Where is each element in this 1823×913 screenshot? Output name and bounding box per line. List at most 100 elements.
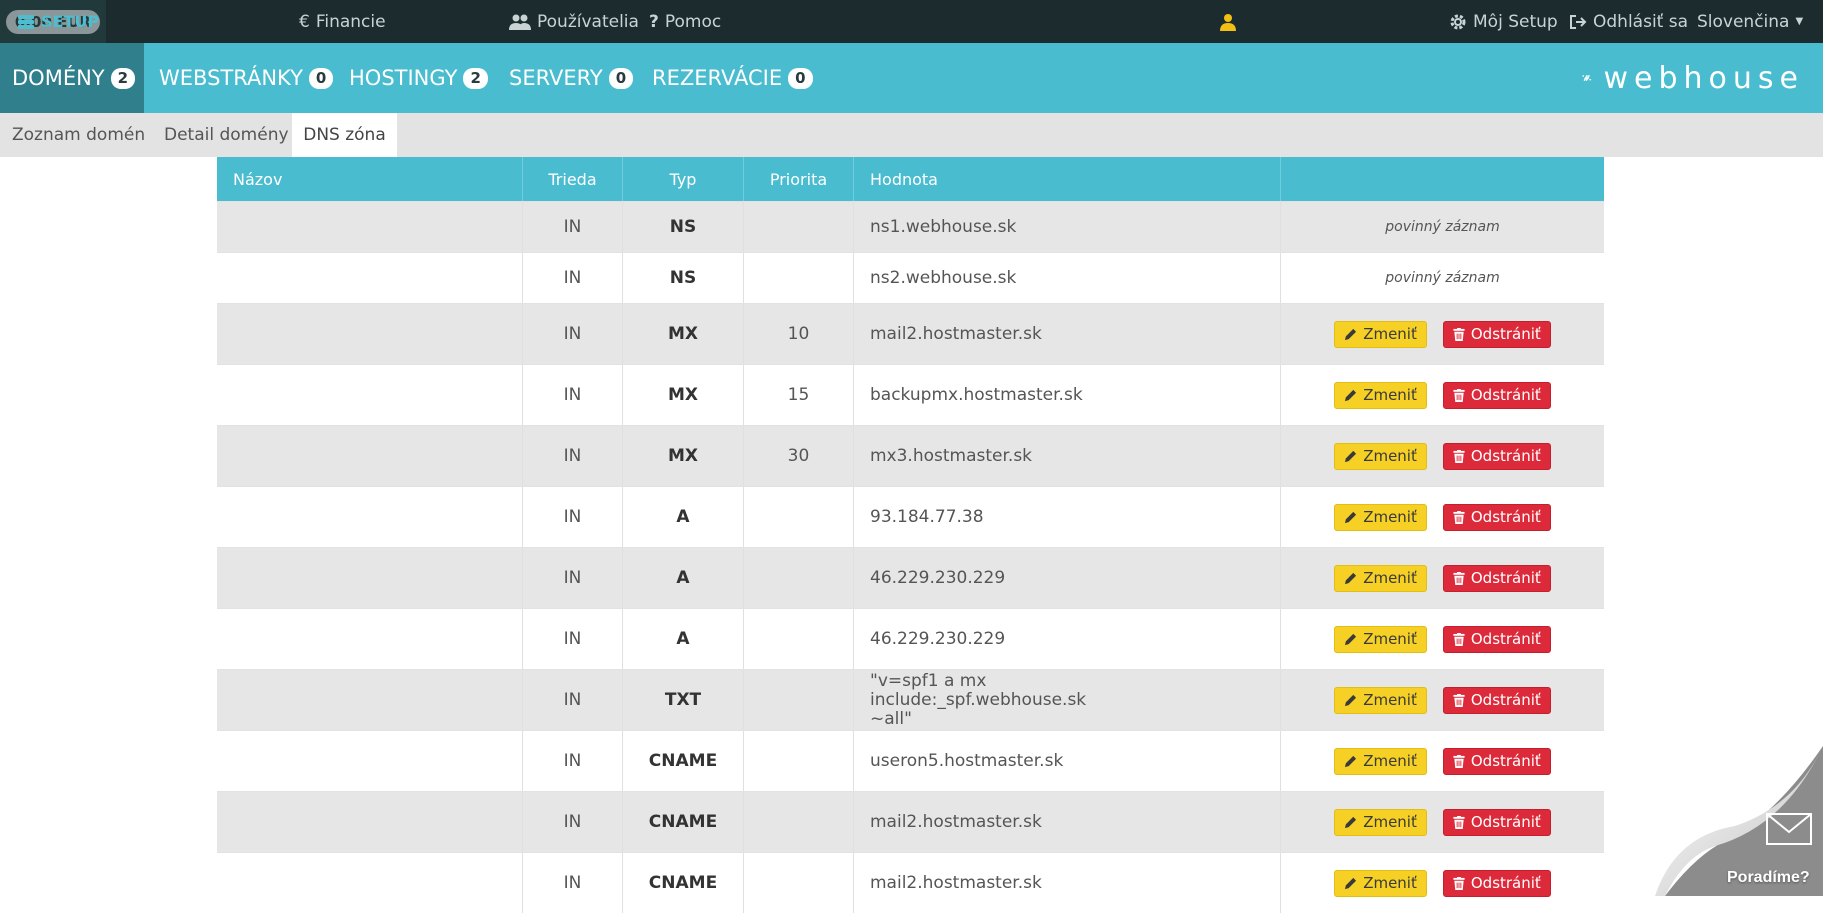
tab-websites-count: 0 <box>308 67 334 89</box>
pencil-icon <box>1345 389 1357 401</box>
delete-record-label: Odstrániť <box>1470 386 1541 404</box>
edit-record-button[interactable]: Zmeniť <box>1334 686 1427 714</box>
tab-servers[interactable]: SERVERY 0 <box>509 43 634 113</box>
record-class-cell: IN <box>523 670 623 730</box>
record-value-cell: 93.184.77.38 <box>854 487 1281 547</box>
edit-record-button[interactable]: Zmeniť <box>1334 381 1427 409</box>
my-setup-link[interactable]: Môj Setup <box>1449 0 1558 43</box>
users-label: Používatelia <box>537 11 639 32</box>
record-type-cell: MX <box>623 426 744 486</box>
record-actions-cell: Zmeniť Odstrániť <box>1281 853 1604 913</box>
euro-icon: € <box>299 11 310 32</box>
record-value-text: backupmx.hostmaster.sk <box>870 384 1083 405</box>
edit-record-button[interactable]: Zmeniť <box>1334 442 1427 470</box>
tab-hostings[interactable]: HOSTINGY 2 <box>349 43 488 113</box>
record-actions-cell: Zmeniť Odstrániť <box>1281 792 1604 852</box>
record-priority-cell: 30 <box>744 426 854 486</box>
pencil-icon <box>1345 450 1357 462</box>
subtab-domain-list-label: Zoznam domén <box>12 125 146 145</box>
delete-record-button[interactable]: Odstrániť <box>1442 747 1551 775</box>
record-type-cell: NS <box>623 202 744 252</box>
subtab-dns-zone-label: DNS zóna <box>303 125 386 145</box>
delete-record-button[interactable]: Odstrániť <box>1442 808 1551 836</box>
tab-hostings-label: HOSTINGY <box>349 66 458 90</box>
record-value-text: 93.184.77.38 <box>870 506 984 527</box>
tab-reservations[interactable]: REZERVÁCIE 0 <box>652 43 813 113</box>
contact-promo-label: Poradíme? <box>1727 869 1810 886</box>
pencil-icon <box>1345 877 1357 889</box>
subtab-domain-detail-label: Detail domény <box>164 125 289 145</box>
delete-record-button[interactable]: Odstrániť <box>1442 320 1551 348</box>
header-priority: Priorita <box>744 157 854 201</box>
help-link[interactable]: ? Pomoc <box>649 0 721 43</box>
delete-record-button[interactable]: Odstrániť <box>1442 381 1551 409</box>
edit-record-button[interactable]: Zmeniť <box>1334 625 1427 653</box>
logout-label: Odhlásiť sa <box>1593 11 1689 32</box>
edit-record-label: Zmeniť <box>1363 325 1417 343</box>
subtab-domain-detail[interactable]: Detail domény <box>152 113 301 157</box>
record-priority-cell <box>744 253 854 303</box>
subtab-domain-list[interactable]: Zoznam domén <box>0 113 157 157</box>
delete-record-button[interactable]: Odstrániť <box>1442 625 1551 653</box>
table-row: IN NS ns1.webhouse.sk povinný záznam <box>217 201 1604 252</box>
tab-websites[interactable]: WEBSTRÁNKY 0 <box>159 43 334 113</box>
record-name-cell <box>217 670 523 730</box>
top-bar: SETUP € Financie 0,00 EUR Používatelia ?… <box>0 0 1823 43</box>
record-actions-cell: Zmeniť Odstrániť <box>1281 487 1604 547</box>
pencil-icon <box>1345 633 1357 645</box>
delete-record-button[interactable]: Odstrániť <box>1442 503 1551 531</box>
edit-record-button[interactable]: Zmeniť <box>1334 503 1427 531</box>
record-class-cell: IN <box>523 548 623 608</box>
delete-record-button[interactable]: Odstrániť <box>1442 686 1551 714</box>
record-value-text: useron5.hostmaster.sk <box>870 750 1064 771</box>
edit-record-label: Zmeniť <box>1363 569 1417 587</box>
record-actions-cell: Zmeniť Odstrániť <box>1281 365 1604 425</box>
user-profile-button[interactable] <box>1219 0 1237 43</box>
delete-record-button[interactable]: Odstrániť <box>1442 442 1551 470</box>
table-header: Názov Trieda Typ Priorita Hodnota <box>217 157 1604 201</box>
delete-record-button[interactable]: Odstrániť <box>1442 564 1551 592</box>
setup-logo-link[interactable]: SETUP <box>17 0 99 43</box>
table-row: IN MX 30 mx3.hostmaster.sk Zmeniť Odstrániť <box>217 425 1604 486</box>
record-type-cell: CNAME <box>623 731 744 791</box>
edit-record-button[interactable]: Zmeniť <box>1334 747 1427 775</box>
logout-link[interactable]: Odhlásiť sa <box>1569 0 1688 43</box>
record-value-cell: mail2.hostmaster.sk <box>854 304 1281 364</box>
record-value-text: 46.229.230.229 <box>870 567 1006 588</box>
table-row: IN CNAME mail2.hostmaster.sk Zmeniť Odstráni… <box>217 791 1604 852</box>
delete-record-label: Odstrániť <box>1470 691 1541 709</box>
edit-record-button[interactable]: Zmeniť <box>1334 564 1427 592</box>
edit-record-label: Zmeniť <box>1363 874 1417 892</box>
record-class-cell: IN <box>523 426 623 486</box>
record-priority-cell <box>744 670 854 730</box>
table-row: IN NS ns2.webhouse.sk povinný záznam <box>217 252 1604 303</box>
record-type-cell: CNAME <box>623 853 744 913</box>
record-value-cell: 46.229.230.229 <box>854 609 1281 669</box>
finance-label: Financie <box>315 11 386 32</box>
trash-icon <box>1453 510 1465 524</box>
record-priority-cell <box>744 609 854 669</box>
edit-record-button[interactable]: Zmeniť <box>1334 808 1427 836</box>
delete-record-button[interactable]: Odstrániť <box>1442 869 1551 897</box>
record-value-cell: 46.229.230.229 <box>854 548 1281 608</box>
record-actions-cell: Zmeniť Odstrániť <box>1281 548 1604 608</box>
record-value-cell: backupmx.hostmaster.sk <box>854 365 1281 425</box>
language-dropdown[interactable]: Slovenčina ▼ <box>1697 0 1803 43</box>
record-class-cell: IN <box>523 792 623 852</box>
subtab-dns-zone[interactable]: DNS zóna <box>292 113 397 157</box>
record-class-cell: IN <box>523 202 623 252</box>
webhouse-logo[interactable]: webhouse <box>1582 43 1804 113</box>
user-icon <box>1220 13 1236 31</box>
trash-icon <box>1453 693 1465 707</box>
contact-promo-corner[interactable]: Poradíme? <box>1655 746 1823 896</box>
users-link[interactable]: Používatelia <box>509 0 639 43</box>
tab-domains[interactable]: DOMÉNY 2 <box>0 43 144 113</box>
edit-record-button[interactable]: Zmeniť <box>1334 320 1427 348</box>
finance-link[interactable]: € Financie <box>299 0 386 43</box>
delete-record-label: Odstrániť <box>1470 508 1541 526</box>
edit-record-label: Zmeniť <box>1363 630 1417 648</box>
delete-record-label: Odstrániť <box>1470 874 1541 892</box>
edit-record-button[interactable]: Zmeniť <box>1334 869 1427 897</box>
mandatory-record-note: povinný záznam <box>1385 219 1500 235</box>
record-value-cell: ns1.webhouse.sk <box>854 202 1281 252</box>
